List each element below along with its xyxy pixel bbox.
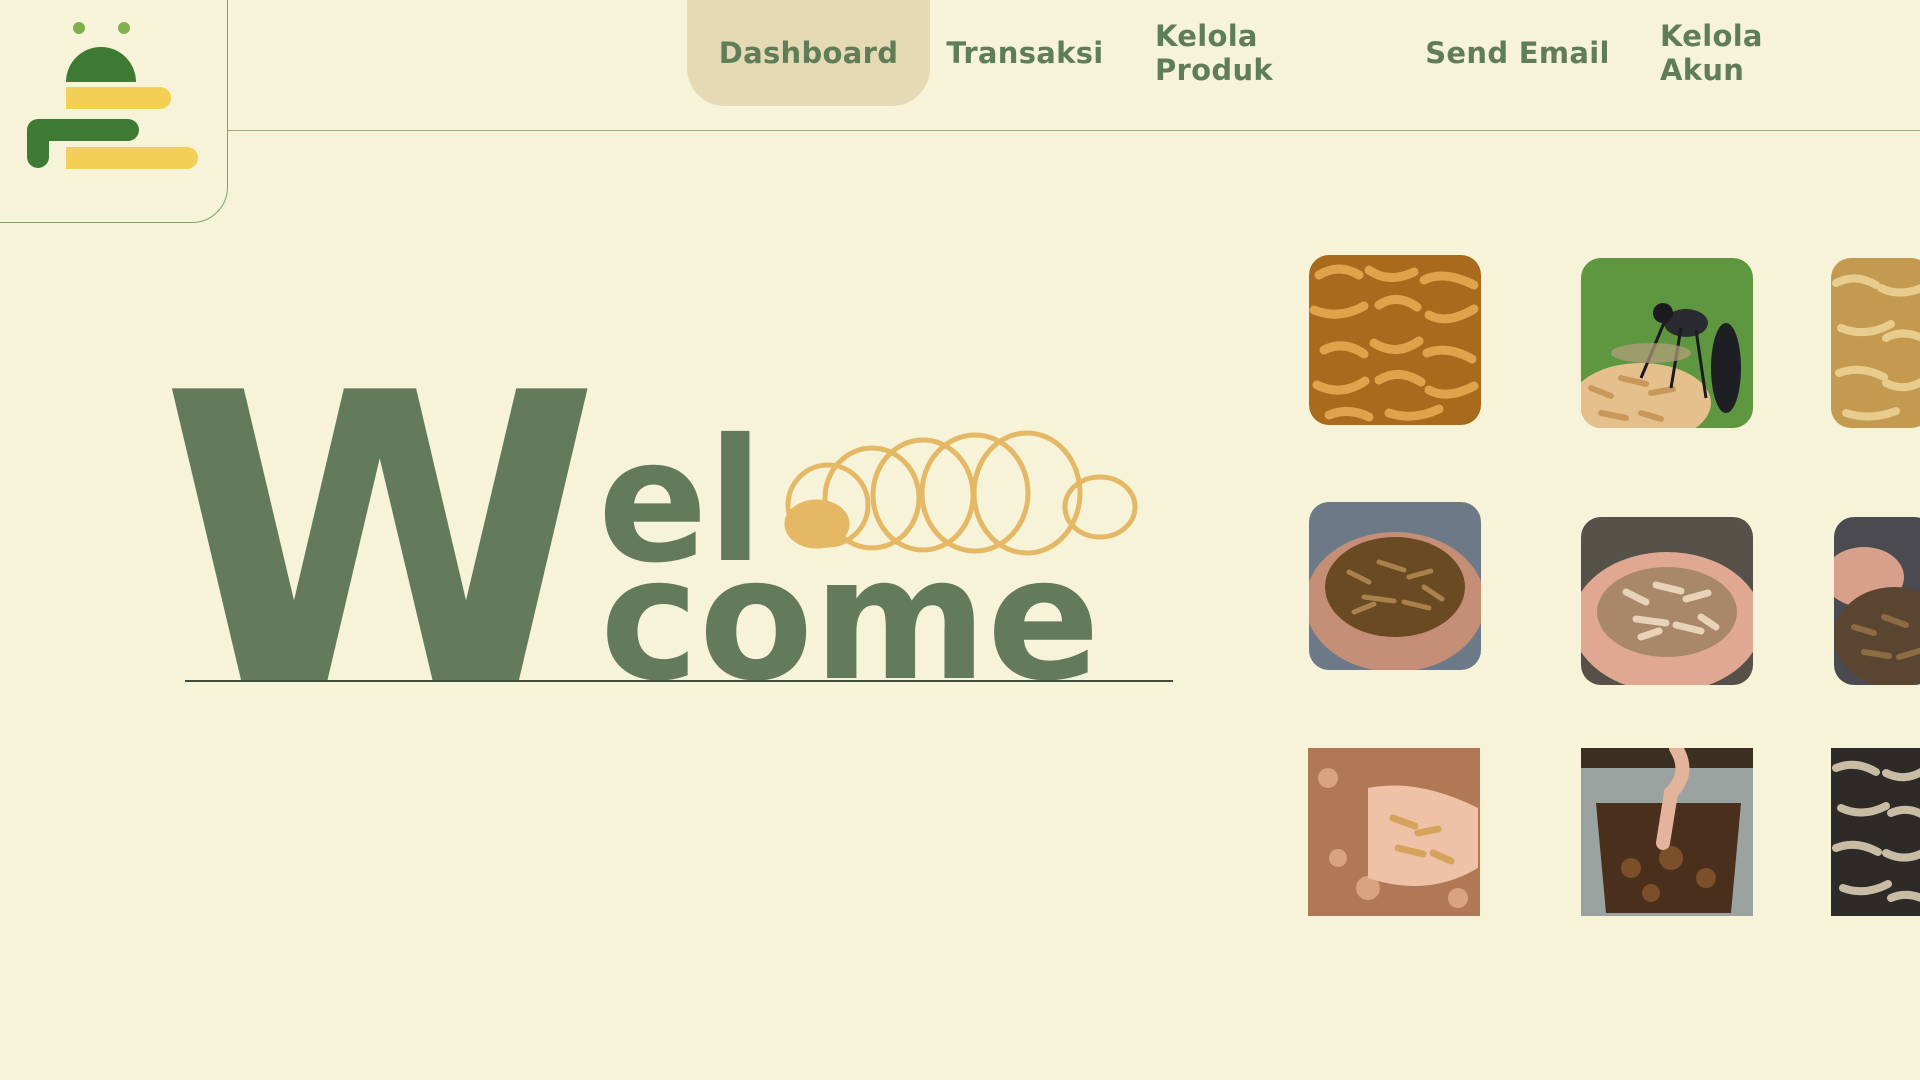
- gallery-image-mealworm-pile: [1309, 255, 1481, 425]
- nav-item-transaksi[interactable]: Transaksi: [945, 0, 1105, 106]
- welcome-heading: W el come: [160, 370, 1173, 700]
- nav-item-send-email[interactable]: Send Email: [1425, 0, 1610, 106]
- gallery-image-maggot-pile: [1831, 258, 1920, 428]
- gallery-image-larvae-handful: [1834, 517, 1920, 685]
- gallery-image-larvae-in-tray: [1581, 748, 1753, 916]
- nav-item-dashboard[interactable]: Dashboard: [687, 0, 930, 106]
- gallery-image-dark-larvae-pile: [1831, 748, 1920, 916]
- nav-item-kelola-produk[interactable]: Kelola Produk: [1155, 0, 1377, 106]
- dashboard-page: Dashboard Transaksi Kelola Produk Send E…: [0, 0, 1920, 1080]
- welcome-big-letter: W: [160, 370, 600, 700]
- welcome-line-2: come: [600, 521, 1100, 700]
- gallery-image-black-soldier-fly: [1581, 258, 1753, 428]
- gallery-image-larvae-in-hands: [1581, 517, 1753, 685]
- top-navigation: Dashboard Transaksi Kelola Produk Send E…: [0, 0, 1920, 108]
- nav-item-kelola-akun[interactable]: Kelola Akun: [1660, 0, 1850, 106]
- gallery-image-dried-larvae-in-hands: [1309, 502, 1481, 670]
- gallery-image-larvae-on-substrate: [1308, 748, 1480, 916]
- nav-divider: [228, 130, 1920, 131]
